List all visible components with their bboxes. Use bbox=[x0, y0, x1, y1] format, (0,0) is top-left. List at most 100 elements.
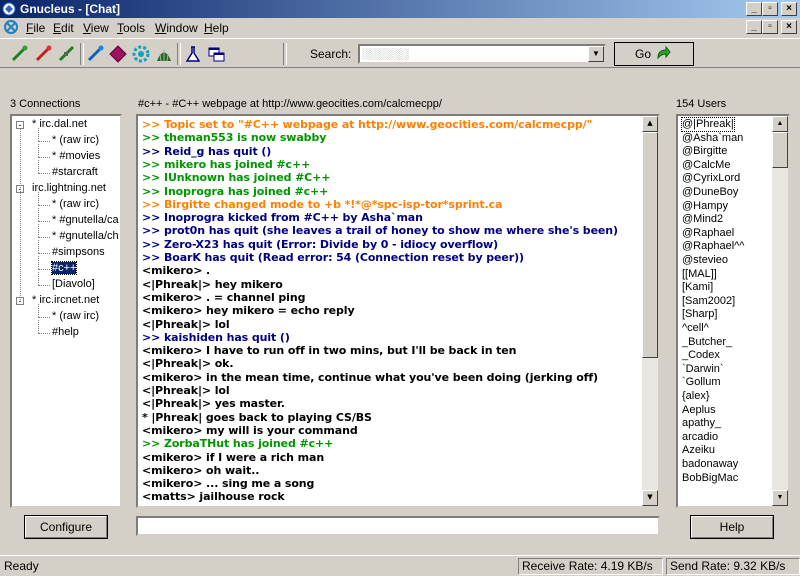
tree-channel-node[interactable]: #starcraft bbox=[52, 166, 98, 178]
disconnect-icon[interactable] bbox=[34, 44, 54, 64]
connect-icon[interactable] bbox=[10, 44, 30, 64]
user-list-item[interactable]: @CalcMe bbox=[682, 159, 730, 172]
network-icon[interactable] bbox=[86, 44, 106, 64]
chat-input-box[interactable] bbox=[136, 516, 660, 536]
chat-line: <mikero> . bbox=[142, 264, 211, 278]
user-list-item[interactable]: @Mind2 bbox=[682, 213, 723, 226]
user-list-item[interactable]: {alex} bbox=[682, 390, 710, 403]
user-list-item[interactable]: @stevieo bbox=[682, 254, 728, 267]
tree-node-label: * (raw irc) bbox=[52, 198, 100, 210]
tree-channel-node[interactable]: #help bbox=[52, 326, 79, 338]
flask-icon[interactable] bbox=[183, 44, 203, 64]
user-list-item[interactable]: arcadio bbox=[682, 431, 718, 444]
receive-rate: Receive Rate: 4.19 KB/s bbox=[518, 558, 663, 575]
user-list-item[interactable]: badonaway bbox=[682, 458, 738, 471]
chat-line: <|Phreak|> mikero: you still have not ma… bbox=[142, 504, 637, 506]
tree-server-node[interactable]: irc.lightning.net bbox=[32, 182, 106, 194]
tree-channel-node[interactable]: * (raw irc) bbox=[52, 198, 99, 210]
configure-button[interactable]: Configure bbox=[24, 515, 108, 539]
help-button[interactable]: Help bbox=[690, 515, 774, 539]
user-list-item[interactable]: [Kami] bbox=[682, 281, 713, 294]
chevron-down-icon: ▼ bbox=[776, 494, 784, 501]
search-dropdown-button[interactable]: ▼ bbox=[588, 46, 604, 62]
scroll-thumb[interactable] bbox=[642, 132, 658, 358]
user-list-item[interactable]: [Sam2002] bbox=[682, 295, 735, 308]
user-list-item[interactable]: _Butcher_ bbox=[682, 336, 732, 349]
user-list-item[interactable]: [[MAL]] bbox=[682, 268, 717, 281]
chat-line: <mikero> oh wait.. bbox=[142, 463, 260, 477]
user-list-item[interactable]: apathy_ bbox=[682, 417, 721, 430]
scroll-down-button[interactable]: ▼ bbox=[642, 490, 658, 506]
chat-channel-header: #c++ - #C++ webpage at http://www.geocit… bbox=[138, 98, 442, 110]
user-list-item[interactable]: @Birgitte bbox=[682, 145, 727, 158]
user-list-item[interactable]: Azeiku bbox=[682, 444, 715, 457]
user-list-item[interactable]: _Codex bbox=[682, 349, 720, 362]
scroll-thumb[interactable] bbox=[772, 132, 788, 168]
chat-line: >> theman553 is now swabby bbox=[142, 131, 327, 145]
user-list-item[interactable]: @DuneBoy bbox=[682, 186, 738, 199]
tree-channel-node[interactable]: * (raw irc) bbox=[52, 310, 99, 322]
chat-line: >> kaishiden has quit () bbox=[142, 330, 290, 344]
tree-channel-node[interactable]: #c++ bbox=[50, 261, 78, 275]
tree-channel-node[interactable]: * #movies bbox=[52, 150, 100, 162]
tree-server-node[interactable]: * irc.ircnet.net bbox=[32, 294, 99, 306]
scroll-down-button[interactable]: ▼ bbox=[772, 490, 788, 506]
mdi-restore-button[interactable]: ▫ bbox=[762, 20, 778, 34]
toolbar: Search: ▼ Go bbox=[0, 38, 800, 68]
search-input[interactable] bbox=[362, 47, 586, 61]
user-list-item[interactable]: BobBigMac bbox=[682, 472, 738, 485]
user-list-item[interactable]: @Asha`man bbox=[682, 132, 743, 145]
menu-edit[interactable]: Edit bbox=[53, 21, 74, 35]
user-list-item[interactable]: [Sharp] bbox=[682, 308, 717, 321]
user-list-item[interactable]: @Raphael bbox=[682, 227, 734, 240]
tree-node-label: #simpsons bbox=[52, 246, 105, 258]
tree-channel-node[interactable]: [Diavolo] bbox=[52, 278, 95, 290]
gnucleus-app-icon bbox=[2, 2, 16, 16]
tree-server-node[interactable]: * irc.dal.net bbox=[32, 118, 87, 130]
vertical-scrollbar[interactable]: ▲ ▼ bbox=[642, 116, 658, 506]
scroll-up-button[interactable]: ▲ bbox=[772, 116, 788, 132]
user-list-item[interactable]: ^cell^ bbox=[682, 322, 709, 335]
user-list-item[interactable]: @Hampy bbox=[682, 200, 728, 213]
menu-file[interactable]: File bbox=[26, 21, 45, 35]
user-list-item[interactable]: @CyrixLord bbox=[682, 172, 740, 185]
user-list-item[interactable]: Aeplus bbox=[682, 404, 716, 417]
maximize-button[interactable]: ▫ bbox=[762, 2, 778, 16]
close-button[interactable]: × bbox=[781, 2, 797, 16]
windows-icon[interactable] bbox=[206, 44, 226, 64]
menu-help[interactable]: Help bbox=[204, 21, 229, 35]
gear-icon[interactable] bbox=[131, 44, 151, 64]
user-list-item[interactable]: `Darwin` bbox=[682, 363, 724, 376]
tree-node-label: #starcraft bbox=[52, 166, 98, 178]
tree-channel-node[interactable]: #simpsons bbox=[52, 246, 105, 258]
shell-icon[interactable] bbox=[154, 44, 174, 64]
user-list-item[interactable]: `Gollum bbox=[682, 376, 721, 389]
menu-view[interactable]: View bbox=[83, 21, 109, 35]
chat-line: <mikero> I have to run off in two mins, … bbox=[142, 344, 517, 358]
tree-channel-node[interactable]: * (raw irc) bbox=[52, 134, 99, 146]
scroll-up-button[interactable]: ▲ bbox=[642, 116, 658, 132]
chat-window-icon[interactable] bbox=[3, 19, 19, 35]
mdi-minimize-button[interactable]: _ bbox=[746, 20, 762, 34]
mdi-close-button[interactable]: × bbox=[781, 20, 797, 34]
connections-tree[interactable]: * irc.dal.net - * (raw irc) * #movies #starc… bbox=[10, 114, 122, 508]
gem-icon[interactable] bbox=[108, 44, 128, 64]
go-button[interactable]: Go bbox=[614, 42, 694, 66]
user-list-item[interactable]: @Raphael^^ bbox=[682, 240, 744, 253]
user-list-item[interactable]: @|Phreak| bbox=[681, 117, 735, 132]
title-bar[interactable]: Gnucleus - [Chat] _ ▫ × bbox=[0, 0, 800, 18]
tree-channel-node[interactable]: * #gnutella/ca bbox=[52, 214, 119, 226]
search-combobox[interactable]: ▼ bbox=[358, 44, 606, 64]
minimize-button[interactable]: _ bbox=[746, 2, 762, 16]
chat-log[interactable]: >> Topic set to "#C++ webpage at http://… bbox=[136, 114, 660, 508]
plug-icon[interactable] bbox=[57, 44, 77, 64]
tree-channel-node[interactable]: * #gnutella/ch bbox=[52, 230, 119, 242]
tree-node-label: irc.lightning.net bbox=[32, 182, 106, 194]
menu-window[interactable]: Window bbox=[155, 21, 198, 35]
chevron-down-icon: ▼ bbox=[647, 493, 653, 501]
chat-line: <mikero> in the mean time, continue what… bbox=[142, 370, 598, 384]
vertical-scrollbar[interactable]: ▲ ▼ bbox=[772, 116, 788, 506]
user-list[interactable]: @|Phreak| @Asha`man @Birgitte @CalcMe @Cyrix… bbox=[676, 114, 790, 508]
menu-tools[interactable]: Tools bbox=[117, 21, 145, 35]
chat-message-input[interactable] bbox=[138, 518, 652, 532]
